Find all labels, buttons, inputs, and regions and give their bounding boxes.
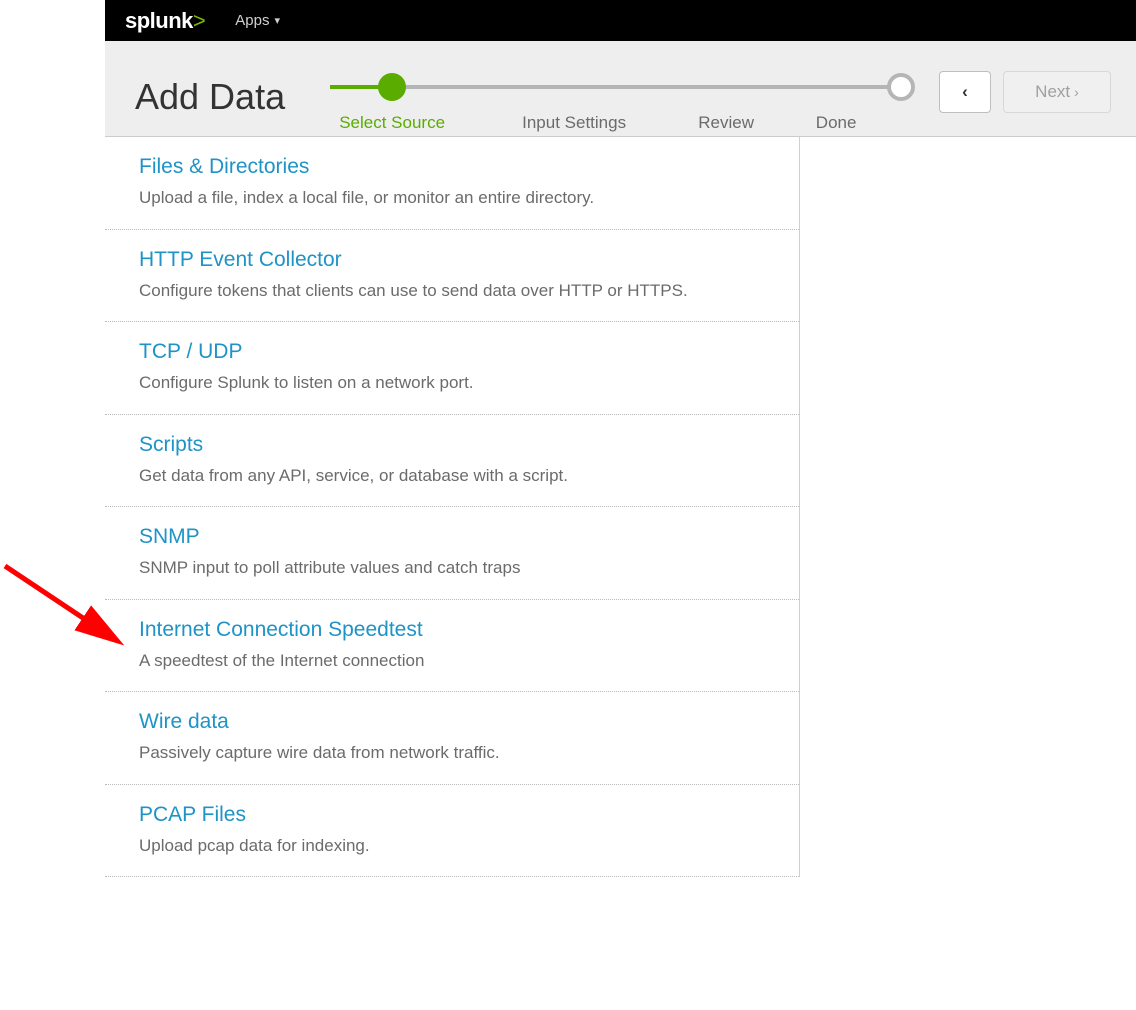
source-item-desc: A speedtest of the Internet connection bbox=[139, 648, 769, 674]
source-item-title: Files & Directories bbox=[139, 155, 769, 179]
source-item-desc: Passively capture wire data from network… bbox=[139, 740, 769, 766]
source-item-desc: Upload pcap data for indexing. bbox=[139, 833, 769, 859]
wizard-step-label: Input Settings bbox=[522, 113, 626, 133]
source-item-wire[interactable]: Wire data Passively capture wire data fr… bbox=[105, 692, 799, 785]
apps-dropdown[interactable]: Apps ▾ bbox=[235, 12, 280, 29]
source-item-scripts[interactable]: Scripts Get data from any API, service, … bbox=[105, 415, 799, 508]
source-item-title: SNMP bbox=[139, 525, 769, 549]
wizard-step-label: Select Source bbox=[339, 113, 445, 133]
source-item-http[interactable]: HTTP Event Collector Configure tokens th… bbox=[105, 230, 799, 323]
source-type-list: Files & Directories Upload a file, index… bbox=[105, 137, 800, 877]
source-item-title: HTTP Event Collector bbox=[139, 248, 769, 272]
source-item-desc: SNMP input to poll attribute values and … bbox=[139, 555, 769, 581]
source-item-pcap[interactable]: PCAP Files Upload pcap data for indexing… bbox=[105, 785, 799, 878]
source-item-desc: Get data from any API, service, or datab… bbox=[139, 463, 769, 489]
top-navbar: splunk> Apps ▾ bbox=[105, 0, 1136, 41]
source-item-files[interactable]: Files & Directories Upload a file, index… bbox=[105, 137, 799, 230]
source-item-title: Wire data bbox=[139, 710, 769, 734]
wizard-step-label: Review bbox=[698, 113, 754, 133]
page-title: Add Data bbox=[135, 61, 285, 118]
chevron-left-icon: ‹ bbox=[962, 82, 968, 102]
wizard-track-line bbox=[330, 85, 909, 89]
wizard-dot bbox=[887, 73, 915, 101]
source-item-snmp[interactable]: SNMP SNMP input to poll attribute values… bbox=[105, 507, 799, 600]
source-item-title: TCP / UDP bbox=[139, 340, 769, 364]
wizard-step-label: Done bbox=[816, 113, 857, 133]
source-item-title: PCAP Files bbox=[139, 803, 769, 827]
wizard-header: Add Data Select Source Input Settings Re… bbox=[105, 41, 1136, 137]
source-item-desc: Configure Splunk to listen on a network … bbox=[139, 370, 769, 396]
source-item-tcpudp[interactable]: TCP / UDP Configure Splunk to listen on … bbox=[105, 322, 799, 415]
source-item-speedtest[interactable]: Internet Connection Speedtest A speedtes… bbox=[105, 600, 799, 693]
source-item-title: Scripts bbox=[139, 433, 769, 457]
wizard-dot bbox=[378, 73, 406, 101]
splunk-logo: splunk> bbox=[125, 8, 205, 34]
chevron-right-icon: › bbox=[1074, 84, 1079, 100]
source-item-desc: Configure tokens that clients can use to… bbox=[139, 278, 699, 304]
wizard-nav-buttons: ‹ Next › bbox=[909, 61, 1111, 113]
back-button[interactable]: ‹ bbox=[939, 71, 991, 113]
source-item-desc: Upload a file, index a local file, or mo… bbox=[139, 185, 769, 211]
chevron-down-icon: ▾ bbox=[274, 14, 280, 27]
source-item-title: Internet Connection Speedtest bbox=[139, 618, 769, 642]
wizard-steps: Select Source Input Settings Review Done bbox=[330, 61, 909, 111]
next-button[interactable]: Next › bbox=[1003, 71, 1111, 113]
